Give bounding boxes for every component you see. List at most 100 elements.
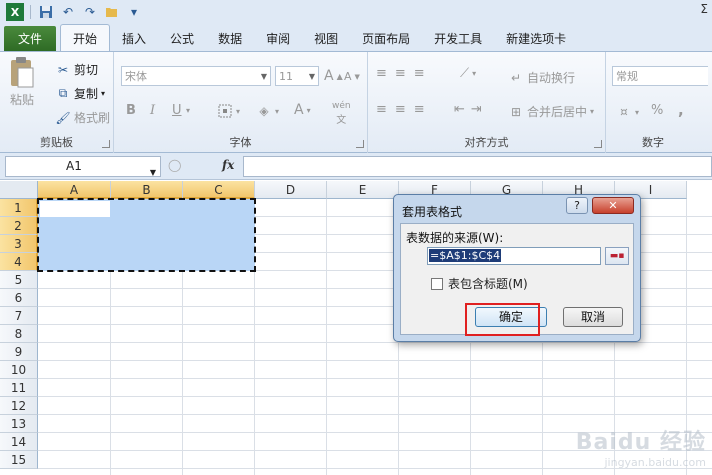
fill-bucket-icon: ◈ [259, 104, 269, 118]
row-header-2[interactable]: 2 [0, 217, 38, 235]
tab-data[interactable]: 数据 [206, 26, 254, 51]
tab-home[interactable]: 开始 [60, 24, 111, 51]
collapse-dialog-icon[interactable]: ▬▪ [605, 247, 629, 265]
open-icon[interactable] [103, 3, 121, 21]
wrap-text-button[interactable]: ↵ 自动换行 [508, 69, 575, 86]
column-header-b[interactable]: B [111, 181, 183, 199]
font-size-combo[interactable]: 11 ▼ [275, 66, 319, 86]
select-all-corner[interactable] [0, 181, 38, 199]
row-gridline [38, 360, 712, 361]
source-range-input[interactable]: =$A$1:$C$4 [427, 247, 601, 265]
row-header-3[interactable]: 3 [0, 235, 38, 253]
redo-icon[interactable]: ↷ [81, 3, 99, 21]
row-gridline [38, 414, 712, 415]
cut-label: 剪切 [74, 63, 99, 77]
font-color-button[interactable]: A ▾ [294, 102, 311, 118]
row-gridline [38, 342, 712, 343]
row-header-11[interactable]: 11 [0, 379, 38, 397]
row-header-6[interactable]: 6 [0, 289, 38, 307]
clipboard-group: 粘贴 ✂ 剪切 ⧉ 复制 ▾ 🖌 格式刷 剪贴板 [0, 52, 114, 153]
row-header-12[interactable]: 12 [0, 397, 38, 415]
comma-button[interactable]: , [678, 101, 684, 119]
alignment-launcher-icon[interactable] [594, 140, 602, 148]
shrink-font-button[interactable]: A ▼ [344, 70, 360, 83]
row-header-8[interactable]: 8 [0, 325, 38, 343]
has-headers-label: 表包含标题(M) [448, 277, 528, 291]
cut-button[interactable]: ✂ 剪切 [55, 61, 98, 78]
row-header-4[interactable]: 4 [0, 253, 38, 271]
format-painter-button[interactable]: 🖌 格式刷 [55, 109, 110, 126]
row-header-15[interactable]: 15 [0, 451, 38, 469]
clipboard-launcher-icon[interactable] [102, 140, 110, 148]
has-headers-checkbox[interactable]: 表包含标题(M) [431, 275, 528, 292]
paste-label: 粘贴 [9, 93, 34, 107]
name-box[interactable]: A1 ▼ [5, 156, 161, 177]
font-size-value: 11 [279, 69, 293, 83]
customize-qat-icon[interactable]: ▾ [125, 3, 143, 21]
borders-button[interactable]: ▾ [217, 103, 240, 119]
highlight-annotation [465, 303, 540, 336]
grow-font-button[interactable]: A ▲ [324, 68, 343, 84]
help-button[interactable]: ? [566, 197, 588, 214]
tab-review[interactable]: 审阅 [254, 26, 302, 51]
tab-developer[interactable]: 开发工具 [422, 26, 494, 51]
column-header-c[interactable]: C [183, 181, 255, 199]
row-header-14[interactable]: 14 [0, 433, 38, 451]
paste-button[interactable]: 粘贴 [8, 56, 36, 108]
tab-file[interactable]: 文件 [4, 26, 57, 51]
row-header-1[interactable]: 1 [0, 199, 38, 217]
merge-center-button[interactable]: ⊞ 合并后居中 ▾ [508, 103, 594, 120]
chevron-down-icon: ▾ [101, 89, 106, 98]
percent-button[interactable]: % [651, 103, 663, 118]
active-cell[interactable] [40, 201, 110, 217]
undo-icon[interactable]: ↶ [59, 3, 77, 21]
row-header-9[interactable]: 9 [0, 343, 38, 361]
italic-button[interactable]: I [150, 103, 155, 118]
insert-function-icon[interactable]: fx [222, 158, 234, 172]
phonetic-button[interactable]: wén 文 [332, 101, 351, 126]
row-header-7[interactable]: 7 [0, 307, 38, 325]
number-format-value: 常规 [616, 70, 638, 83]
underline-button[interactable]: U [172, 103, 182, 118]
horizontal-align-buttons[interactable]: ≡≡≡ [376, 102, 433, 117]
checkbox-box[interactable] [431, 277, 443, 290]
row-header-10[interactable]: 10 [0, 361, 38, 379]
vertical-align-buttons[interactable]: ≡≡≡ [376, 66, 433, 81]
dialog-title: 套用表格式 [402, 205, 463, 219]
row-header-13[interactable]: 13 [0, 415, 38, 433]
save-icon[interactable] [37, 3, 55, 21]
cancel-entry-icon[interactable]: ◯ [168, 158, 181, 172]
watermark: Baidu 经验 jingyan.baidu.com [576, 424, 706, 469]
chevron-down-icon: ▼ [308, 72, 315, 81]
column-header-a[interactable]: A [38, 181, 111, 199]
orientation-button[interactable]: ⟋ ▾ [460, 66, 476, 81]
tab-view[interactable]: 视图 [302, 26, 350, 51]
tab-new-tab[interactable]: 新建选项卡 [494, 26, 578, 51]
row-gridline [38, 378, 712, 379]
fill-color-button[interactable]: ◈ ▾ [256, 103, 279, 119]
scissors-icon: ✂ [57, 62, 69, 77]
row-header-5[interactable]: 5 [0, 271, 38, 289]
copy-icon: ⧉ [58, 86, 68, 100]
tab-insert[interactable]: 插入 [110, 26, 158, 51]
phonetic-label: wén [332, 101, 351, 111]
copy-button[interactable]: ⧉ 复制 ▾ [55, 85, 105, 102]
merge-icon: ⊞ [510, 104, 522, 119]
number-format-combo[interactable]: 常规 [612, 66, 708, 86]
tab-page-layout[interactable]: 页面布局 [350, 26, 422, 51]
tab-formulas[interactable]: 公式 [158, 26, 206, 51]
cancel-button[interactable]: 取消 [563, 307, 623, 327]
number-group: 常规 ¤ ▾ % , 数字 [606, 52, 712, 153]
chevron-down-icon[interactable]: ▾ [186, 106, 190, 115]
currency-icon: ¤ [620, 105, 628, 119]
bold-button[interactable]: B [126, 103, 136, 118]
font-launcher-icon[interactable] [356, 140, 364, 148]
accounting-button[interactable]: ¤ ▾ [616, 104, 639, 120]
column-header-d[interactable]: D [255, 181, 327, 199]
font-name-combo[interactable]: 宋体 ▼ [121, 66, 271, 86]
indent-buttons[interactable]: ⇤⇥ [454, 102, 488, 117]
close-button[interactable]: ✕ [592, 197, 634, 214]
column-header-e[interactable]: E [327, 181, 399, 199]
font-group-label: 字体 [229, 136, 252, 149]
formula-input[interactable] [243, 156, 712, 177]
